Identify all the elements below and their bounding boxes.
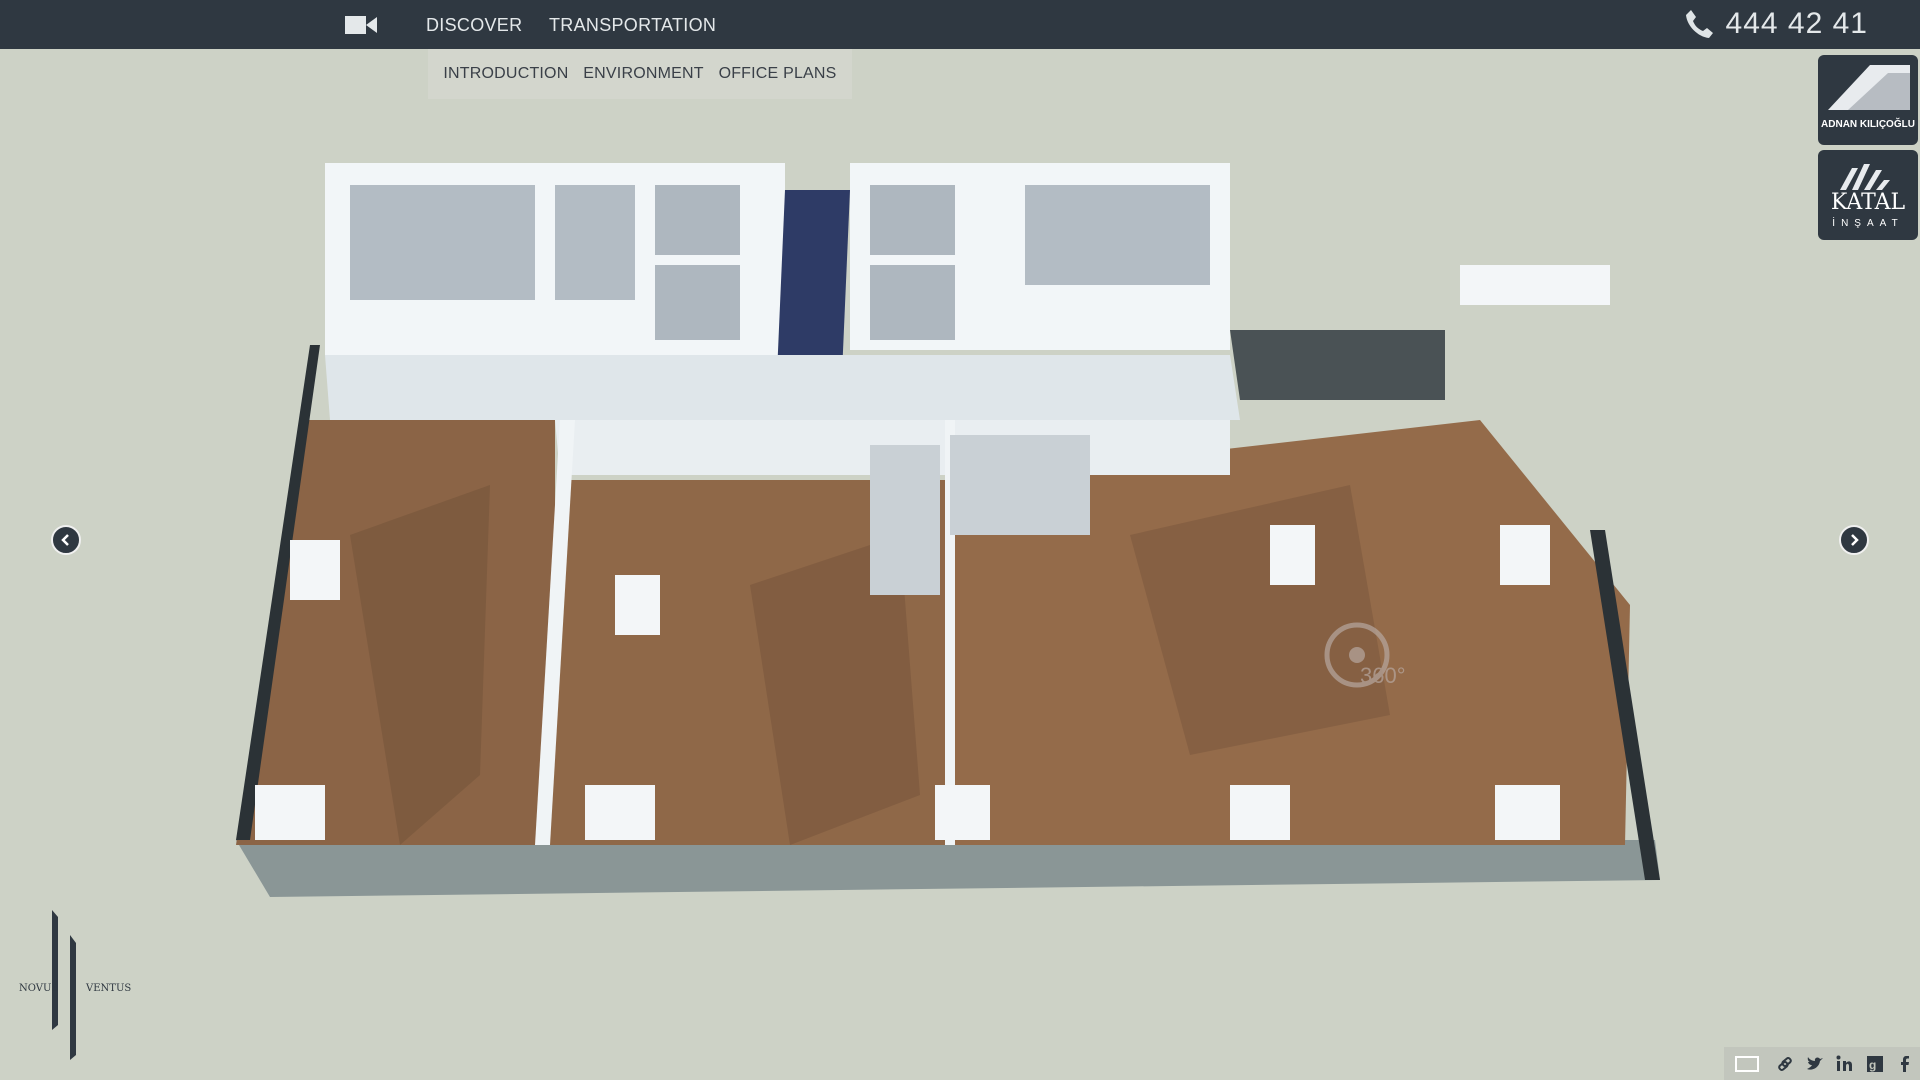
column [1495,785,1560,840]
nav-discover[interactable]: DISCOVER [426,15,522,36]
column [935,785,990,840]
twitter-button[interactable] [1800,1047,1830,1080]
katal-insaat-logo[interactable]: KATAL İNŞAAT [1818,150,1918,240]
insaat-logo-text: İNŞAAT [1832,218,1904,229]
linkedin-icon [1836,1055,1852,1071]
twitter-icon [1807,1056,1823,1070]
next-arrow-button[interactable] [1839,525,1869,555]
sub-menu: INTRODUCTION ENVIRONMENT OFFICE PLANS [428,49,852,99]
rotate-360-label: 360° [1360,663,1406,688]
room-top [350,185,535,300]
column [1270,525,1315,585]
submenu-environment[interactable]: ENVIRONMENT [583,65,703,83]
video-camera-icon[interactable] [344,14,378,36]
phone-icon [1685,10,1713,38]
room-top [655,185,740,255]
link-button[interactable] [1770,1047,1800,1080]
wall-front [325,355,1240,420]
chevron-left-icon [61,534,69,546]
column [290,540,340,600]
top-navigation-bar: DISCOVER TRANSPORTATION 444 42 41 [0,0,1920,49]
phone-contact[interactable]: 444 42 41 [1684,6,1868,42]
room-top [870,265,955,340]
room-top [555,185,635,300]
balcony-railing [1230,330,1445,400]
previous-arrow-button[interactable] [51,525,81,555]
google-plus-icon: g [1867,1055,1883,1072]
novus-text: NOVUS [19,983,59,994]
phone-number: 444 42 41 [1725,7,1868,40]
share-bar: g [1724,1047,1920,1080]
column [1230,785,1290,840]
column [585,785,655,840]
column [615,575,660,635]
facebook-button[interactable] [1890,1047,1920,1080]
fullscreen-button[interactable] [1724,1047,1770,1080]
svg-text:g: g [1869,1058,1876,1072]
google-plus-button[interactable]: g [1860,1047,1890,1080]
room-top [870,185,955,255]
adnan-logo-mark [1828,65,1910,110]
submenu-introduction[interactable]: INTRODUCTION [443,65,568,83]
glass-facade-bottom [236,840,1660,897]
office-floor-plan-3d[interactable]: 360° [230,155,1680,905]
adnan-logo-text: ADNAN KILIÇOĞLU [1821,119,1915,130]
katal-logo-text: KATAL [1830,190,1906,215]
core-room [870,445,940,595]
room-top [655,265,740,340]
submenu-office-plans[interactable]: OFFICE PLANS [719,65,837,83]
adnan-kilicoglu-logo[interactable]: ADNAN KILIÇOĞLU [1818,55,1918,145]
ventus-text: VENTUS [86,983,132,994]
core-room [950,435,1090,535]
chevron-right-icon [1851,534,1859,546]
balcony-wall [1460,265,1610,305]
novus-ventus-logo: NOVUS VENTUS [16,905,131,1065]
link-icon [1778,1056,1792,1071]
column [255,785,325,840]
facebook-icon [1901,1055,1909,1072]
room-top [1025,185,1210,285]
linkedin-button[interactable] [1830,1047,1860,1080]
fullscreen-icon [1735,1055,1759,1072]
nav-transportation[interactable]: TRANSPORTATION [549,15,716,36]
column [1500,525,1550,585]
